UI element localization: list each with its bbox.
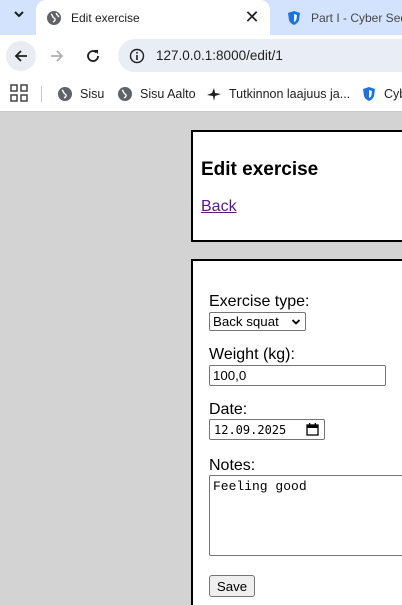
bookmark-label: Tutkinnon laajuus ja...	[229, 87, 351, 101]
close-icon[interactable]: ✕	[240, 5, 264, 29]
info-icon	[129, 48, 145, 63]
browser-toolbar: 127.0.0.1:8000/edit/1	[0, 35, 402, 76]
bookmark-cyber[interactable]: Cyber	[361, 84, 402, 104]
reload-icon	[87, 50, 99, 62]
tab-search-button[interactable]	[5, 2, 33, 26]
apps-grid-icon[interactable]	[10, 84, 28, 102]
forward-button[interactable]	[42, 41, 72, 71]
globe-icon	[118, 87, 132, 101]
bookmark-label: Sisu Aalto	[140, 87, 196, 101]
tab-strip: Edit exercise ✕ Part I - Cyber Security	[0, 0, 402, 35]
edit-form-card: Exercise type: Back squat Weight (kg): 1…	[191, 259, 402, 605]
notes-value: Feeling good	[213, 479, 307, 494]
site-info-button[interactable]	[126, 45, 148, 67]
header-card: Edit exercise Back	[191, 130, 402, 242]
tab-title: Part I - Cyber Security	[311, 10, 402, 25]
chevron-down-icon	[14, 11, 24, 18]
select-value: Back squat	[213, 314, 279, 329]
page-title: Edit exercise	[201, 159, 319, 180]
weight-value: 100,0	[213, 368, 247, 383]
weight-input[interactable]: 100,0	[209, 365, 386, 386]
date-value: 12.09.2025	[214, 422, 287, 437]
bookmarks-separator	[41, 86, 42, 102]
notes-textarea[interactable]: Feeling good	[209, 475, 402, 556]
page-viewport: Edit exercise Back Exercise type: Back s…	[0, 113, 402, 605]
bookmark-sisu[interactable]: Sisu	[57, 84, 104, 104]
bookmark-label: Sisu	[80, 87, 105, 101]
bookmarks-bar: Sisu Sisu Aalto Tutkinnon laajuus ja... …	[0, 76, 402, 112]
chevron-down-icon	[291, 319, 301, 325]
shield-icon	[288, 10, 300, 25]
tab-cyber-security[interactable]: Part I - Cyber Security	[276, 0, 402, 35]
date-label: Date:	[209, 401, 248, 418]
back-link[interactable]: Back	[201, 198, 237, 216]
exercise-type-label: Exercise type:	[209, 293, 310, 310]
bookmark-sisu-aalto[interactable]: Sisu Aalto	[117, 84, 196, 104]
globe-icon	[47, 10, 61, 25]
bird-icon	[207, 88, 221, 101]
weight-label: Weight (kg):	[209, 346, 295, 363]
arrow-right-icon	[51, 50, 64, 62]
exercise-type-select[interactable]: Back squat	[209, 312, 306, 331]
reload-button[interactable]	[78, 41, 108, 71]
globe-icon	[58, 87, 72, 101]
bookmark-label: Cyber	[384, 87, 402, 101]
back-button[interactable]	[6, 41, 36, 71]
bookmark-tutkinnon[interactable]: Tutkinnon laajuus ja...	[206, 84, 350, 104]
tab-edit-exercise[interactable]: Edit exercise ✕	[36, 0, 270, 35]
arrow-left-icon	[14, 50, 27, 62]
save-button[interactable]: Save	[209, 575, 255, 597]
notes-label: Notes:	[209, 457, 256, 474]
shield-icon	[363, 87, 375, 101]
date-input[interactable]: 12.09.2025	[209, 419, 325, 440]
url-text: 127.0.0.1:8000/edit/1	[156, 48, 283, 63]
address-bar[interactable]: 127.0.0.1:8000/edit/1	[118, 39, 402, 72]
calendar-icon[interactable]	[306, 423, 319, 436]
tab-title: Edit exercise	[71, 10, 140, 25]
